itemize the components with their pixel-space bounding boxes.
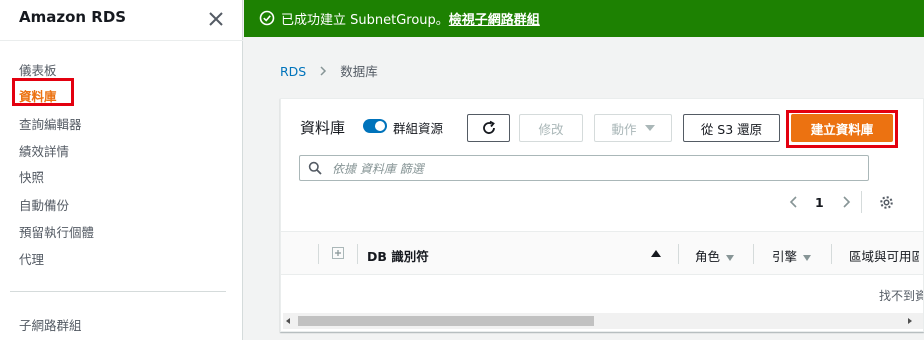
view-subnet-groups-link[interactable]: 檢視子網路群組 bbox=[449, 13, 540, 28]
scroll-right-arrow-icon[interactable] bbox=[908, 318, 912, 324]
column-header-role-label: 角色 bbox=[695, 249, 721, 264]
sidebar-item-query-editor[interactable]: 查詢編輯器 bbox=[19, 114, 82, 133]
sidebar-item-proxies[interactable]: 代理 bbox=[19, 249, 44, 268]
sidebar-item-snapshots[interactable]: 快照 bbox=[19, 167, 44, 186]
success-flash-banner: 已成功建立 SubnetGroup。檢視子網路群組 bbox=[244, 0, 924, 37]
column-header-region-az[interactable]: 區域與可用區 bbox=[849, 246, 919, 265]
caret-down-icon bbox=[644, 125, 655, 131]
column-divider bbox=[318, 244, 319, 264]
column-header-db-identifier[interactable]: DB 識別符 bbox=[367, 246, 429, 265]
column-divider bbox=[831, 244, 832, 264]
sort-icon bbox=[803, 254, 812, 261]
horizontal-scrollbar[interactable] bbox=[283, 313, 923, 329]
expand-all-icon[interactable] bbox=[332, 247, 344, 259]
breadcrumb: RDS 数据库 bbox=[280, 61, 378, 80]
page-number[interactable]: 1 bbox=[815, 195, 824, 210]
create-database-highlight-box bbox=[786, 110, 898, 148]
databases-highlight-box bbox=[12, 78, 74, 106]
toggle-knob bbox=[375, 121, 385, 131]
refresh-icon bbox=[482, 120, 495, 134]
flash-message: 已成功建立 SubnetGroup。 bbox=[281, 13, 449, 28]
column-header-engine[interactable]: 引擎 bbox=[772, 246, 812, 265]
sidebar-divider bbox=[10, 291, 226, 292]
sidebar: Amazon RDS 儀表板 資料庫 查詢編輯器 績效詳情 快照 自動備份 預留… bbox=[0, 0, 243, 340]
breadcrumb-current: 数据库 bbox=[340, 64, 378, 79]
sidebar-item-automated-backups[interactable]: 自動備份 bbox=[19, 195, 69, 214]
databases-panel: 資料庫 群組資源 修改 動作 從 S3 還原 建立資料庫 1 bbox=[280, 98, 924, 332]
chevron-right-icon bbox=[320, 66, 327, 76]
column-header-engine-label: 引擎 bbox=[772, 249, 798, 264]
sidebar-divider bbox=[0, 40, 243, 41]
sidebar-item-dashboard[interactable]: 儀表板 bbox=[19, 60, 57, 79]
sidebar-item-performance-insights[interactable]: 績效詳情 bbox=[19, 141, 69, 160]
sidebar-item-reserved-instances[interactable]: 預留執行個體 bbox=[19, 222, 94, 241]
sort-icon bbox=[726, 254, 735, 261]
filter-search-box[interactable] bbox=[299, 155, 869, 181]
search-icon bbox=[308, 161, 322, 175]
modify-button[interactable]: 修改 bbox=[519, 114, 583, 142]
filter-databases-input[interactable] bbox=[330, 158, 854, 180]
pager-divider bbox=[861, 191, 862, 213]
column-divider bbox=[678, 244, 679, 264]
column-divider bbox=[357, 244, 358, 264]
scroll-left-arrow-icon[interactable] bbox=[286, 318, 290, 324]
table-header: DB 識別符 角色 引擎 區域與可用區 bbox=[281, 231, 923, 275]
group-resources-label: 群組資源 bbox=[393, 121, 444, 136]
actions-button[interactable]: 動作 bbox=[594, 114, 672, 142]
databases-title: 資料庫 bbox=[300, 119, 346, 137]
chevron-right-icon[interactable] bbox=[839, 195, 853, 209]
sidebar-item-subnet-groups[interactable]: 子網路群組 bbox=[19, 315, 82, 334]
sidebar-title: Amazon RDS bbox=[19, 8, 127, 26]
check-circle-icon bbox=[259, 10, 275, 26]
close-icon[interactable] bbox=[207, 10, 225, 28]
refresh-button[interactable] bbox=[467, 114, 510, 142]
sort-ascending-icon[interactable] bbox=[651, 250, 661, 257]
breadcrumb-rds-link[interactable]: RDS bbox=[280, 64, 306, 79]
restore-from-s3-button[interactable]: 從 S3 還原 bbox=[683, 114, 780, 142]
chevron-left-icon[interactable] bbox=[787, 195, 801, 209]
column-divider bbox=[753, 244, 754, 264]
column-header-role[interactable]: 角色 bbox=[695, 246, 735, 265]
actions-label: 動作 bbox=[611, 121, 637, 137]
gear-icon[interactable] bbox=[879, 195, 894, 210]
group-resources-toggle[interactable] bbox=[363, 119, 387, 133]
scrollbar-thumb[interactable] bbox=[298, 316, 594, 326]
empty-table-message: 找不到資料庫 bbox=[879, 289, 923, 303]
